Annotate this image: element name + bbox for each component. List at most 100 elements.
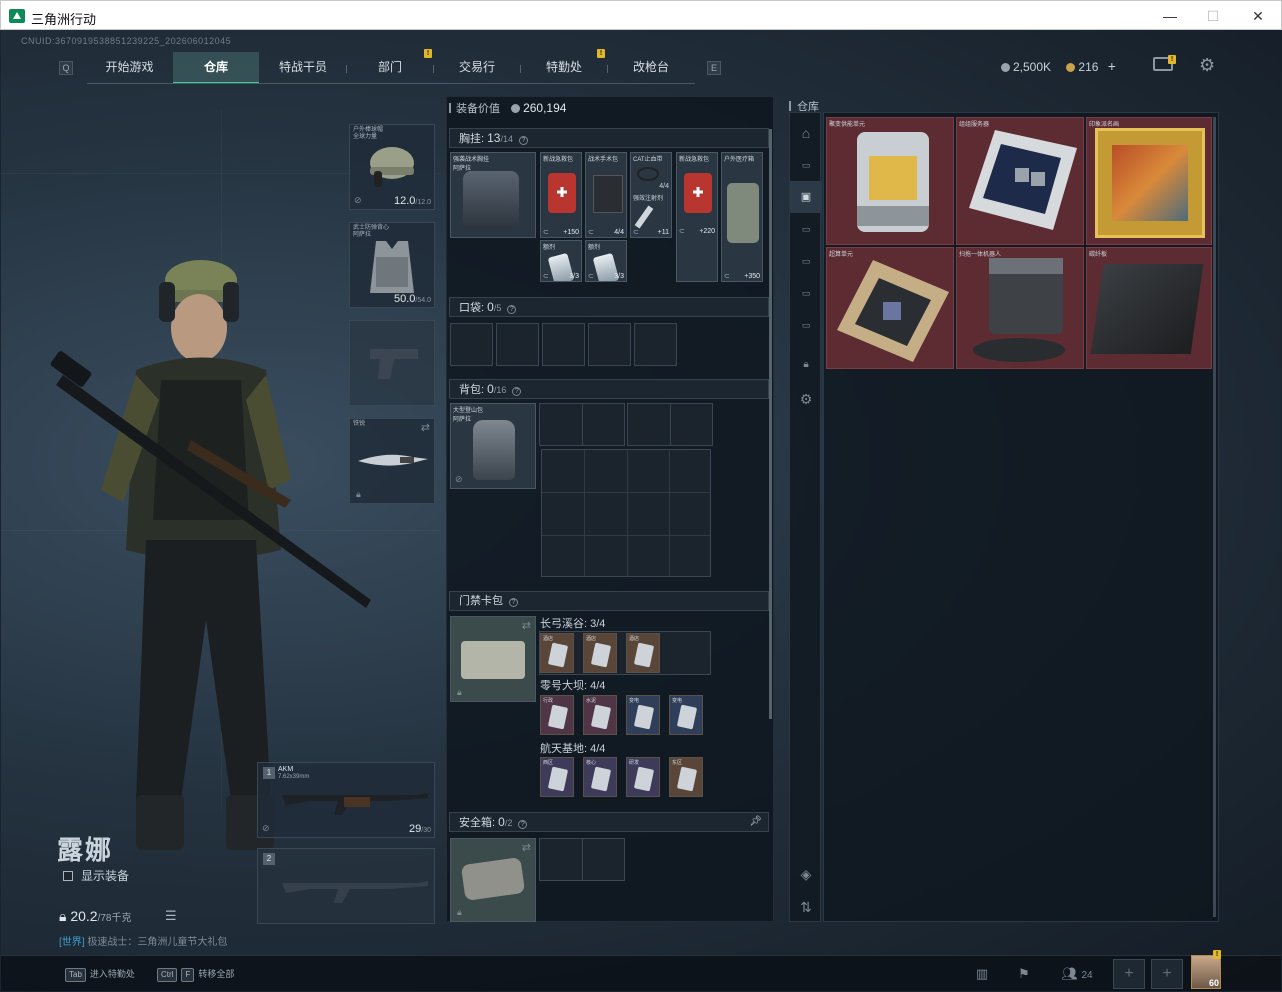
add-teammate-button[interactable]: + [1113, 959, 1145, 989]
backpack-grid[interactable] [627, 403, 713, 446]
gear-icon[interactable]: ⚙ [1199, 55, 1215, 76]
chest-rig-item[interactable]: 强袭战术胸挂 阿萨拉 [450, 152, 536, 238]
chest-item[interactable]: 额剂 ⊂ 3/3 [585, 240, 627, 282]
tab-gunsmith[interactable]: 改枪台 [608, 52, 694, 84]
warehouse-page-icon[interactable]: ▭ [790, 213, 822, 245]
warehouse-page-icon[interactable]: ▭ [790, 277, 822, 309]
pocket-cell[interactable] [496, 323, 539, 366]
helmet-durability-max: /12.0 [415, 199, 431, 206]
keycard[interactable]: 酒店 [583, 633, 617, 673]
keycard[interactable]: 西区 [540, 757, 574, 797]
transfer-all-hint[interactable]: Ctrl F 转移全部 [157, 967, 234, 982]
warehouse-item[interactable]: 组组服务器 [956, 117, 1084, 245]
safe-box-item[interactable]: ⇄ 🔒︎ [450, 838, 536, 922]
maximize-button[interactable]: ☐ [1190, 5, 1236, 27]
medkit-icon [548, 173, 576, 213]
pocket-cell[interactable] [588, 323, 631, 366]
help-icon[interactable]: ? [512, 387, 522, 396]
chest-item[interactable]: CAT止血带 4/4 强效注射剂 ⊂ +11 [630, 152, 672, 238]
keycard[interactable]: 酒店 [626, 633, 660, 673]
pocket-cell[interactable] [542, 323, 585, 366]
chest-item-count: +11 [657, 229, 669, 236]
backpack-grid[interactable] [539, 403, 625, 446]
show-equipment-checkbox[interactable] [63, 871, 73, 881]
list-icon[interactable]: ☰ [165, 908, 177, 924]
chest-item[interactable]: 新战急救包 ⊂ +220 [676, 152, 718, 282]
safe-box-title: 安全箱: [459, 817, 496, 829]
keycard[interactable]: 东区 [669, 757, 703, 797]
chat-line[interactable]: [世界] 极速战士：三角洲儿童节大礼包 [59, 933, 227, 948]
warehouse-scrollbar[interactable] [1213, 117, 1216, 917]
warehouse-item[interactable]: 印象派名画 [1086, 117, 1212, 245]
pocket-cell[interactable] [634, 323, 677, 366]
keycard[interactable]: 变电 [669, 695, 703, 735]
tab-special-ops[interactable]: 特勤处 [521, 52, 607, 84]
close-button[interactable]: ✕ [1235, 5, 1281, 27]
chest-item-count: +350 [744, 273, 760, 280]
chest-item[interactable]: 新战急救包 ⊂ +150 [540, 152, 582, 238]
help-icon[interactable]: ? [507, 305, 517, 314]
warehouse-page-ii-icon[interactable]: ▭ [790, 149, 822, 181]
nav-prev-key[interactable]: Q [59, 61, 73, 75]
minimize-button[interactable]: — [1147, 5, 1193, 27]
helmet-slot[interactable]: 户外棒球帽 全球力量 ⊘ 12.0/12.0 [349, 124, 435, 210]
swap-icon[interactable]: ⇄ [522, 841, 531, 854]
chest-item-label: 额剂 [543, 245, 556, 251]
chest-item[interactable]: 户外医疗箱 ⊂ +350 [721, 152, 763, 282]
chest-item[interactable]: 战术手术包 ⊂ 4/4 [585, 152, 627, 238]
tab-department[interactable]: 部门 [347, 52, 433, 84]
warehouse-page-iv-icon[interactable]: ▣ [790, 181, 822, 213]
backpack-grid[interactable] [541, 449, 711, 577]
flag-icon[interactable]: ⚑ [1009, 962, 1039, 986]
friends-button[interactable]: 👥︎ 24 [1057, 962, 1097, 986]
keycard[interactable]: 水泥 [583, 695, 617, 735]
armor-slot[interactable]: 武士防弹背心 阿萨拉 50.0/54.0 [349, 222, 435, 308]
add-teammate-button[interactable]: + [1151, 959, 1183, 989]
safe-box-grid[interactable] [539, 838, 625, 881]
chat-message: 三角洲儿童节大礼包 [137, 937, 228, 948]
primary-weapon-slot[interactable]: 1 AKM 7.62x39mm ⊘ 29/30 [257, 762, 435, 838]
secondary-weapon-slot[interactable]: 2 [257, 848, 435, 924]
enter-special-ops-hint[interactable]: Tab 进入特勤处 [65, 967, 135, 982]
pin-icon[interactable]: 📌︎ [749, 813, 762, 831]
tab-warehouse[interactable]: 仓库 [173, 52, 259, 84]
warehouse-item[interactable]: 碳纤板 [1086, 247, 1212, 369]
show-equipment-toggle[interactable]: 显示装备 [63, 867, 129, 884]
warehouse-item[interactable]: 扫拖一体机器人 [956, 247, 1084, 369]
keycard[interactable]: 核心 [583, 757, 617, 797]
tab-trade[interactable]: 交易行 [434, 52, 520, 84]
help-icon[interactable]: ? [518, 820, 528, 829]
warehouse-home-icon[interactable]: ⌂ [790, 117, 822, 149]
nav-next-key[interactable]: E [707, 61, 721, 75]
stats-icon[interactable]: ▥ [967, 962, 997, 986]
backpack-header: 背包: 0/16? [449, 379, 769, 399]
sort-icon[interactable]: ⇅ [790, 891, 822, 923]
help-icon[interactable]: ? [509, 598, 518, 607]
help-icon[interactable]: ? [519, 136, 528, 145]
warehouse-item[interactable]: 超算单元 [826, 247, 954, 369]
swap-icon[interactable]: ⇄ [421, 421, 430, 434]
gear-icon[interactable]: ⚙ [790, 383, 822, 415]
swap-icon[interactable]: ⇄ [522, 619, 531, 632]
keycard[interactable]: 行政 [540, 695, 574, 735]
keycard[interactable]: 酒店 [540, 633, 574, 673]
warehouse-page-icon[interactable]: ▭ [790, 245, 822, 277]
holster-slot[interactable] [349, 320, 435, 406]
avatar[interactable]: 60 [1191, 955, 1221, 989]
keycard[interactable]: 研发 [626, 757, 660, 797]
melee-slot[interactable]: 铁锐 ⇄ 🔒︎ [349, 418, 435, 504]
add-currency-button[interactable]: + [1108, 58, 1116, 74]
pocket-cell[interactable] [450, 323, 493, 366]
backpack-item[interactable]: 大型登山包 阿萨拉 ⊘ [450, 403, 536, 489]
tab-operators[interactable]: 特战干员 [260, 52, 346, 84]
lock-icon[interactable]: 🔒︎ [790, 349, 822, 381]
equipment-scrollbar[interactable] [769, 129, 772, 719]
tab-start-game[interactable]: 开始游戏 [87, 52, 172, 84]
keycard[interactable]: 变电 [626, 695, 660, 735]
warehouse-item[interactable]: 聚变供能单元 [826, 117, 954, 245]
chest-item[interactable]: 额剂 ⊂ 3/3 [540, 240, 582, 282]
keycard-case-item[interactable]: ⇄ 🔒︎ [450, 616, 536, 702]
layers-icon[interactable]: ◈ [790, 858, 822, 890]
warehouse-page-icon[interactable]: ▭ [790, 309, 822, 341]
chest-item-label: 战术手术包 [588, 157, 619, 163]
